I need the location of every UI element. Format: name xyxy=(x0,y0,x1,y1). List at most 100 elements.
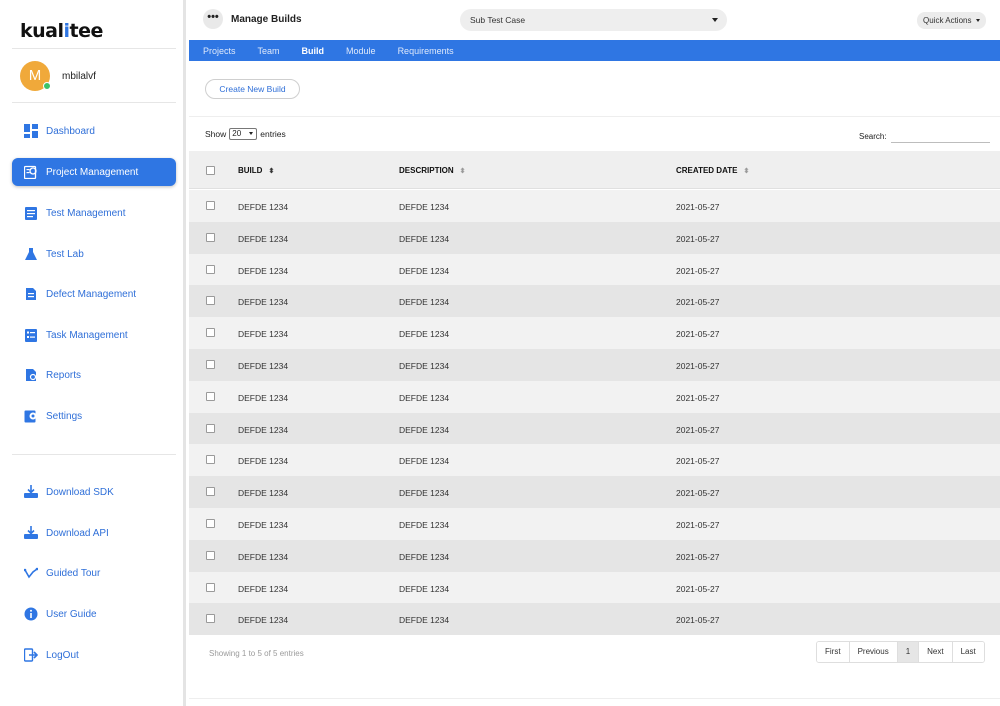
quick-actions-button[interactable]: Quick Actions xyxy=(917,12,986,29)
entries-length-control: Show 20 entries xyxy=(205,128,286,140)
table-row[interactable]: DEFDE 1234 DEFDE 1234 2021-05-27 xyxy=(189,412,1000,445)
cell-build: DEFDE 1234 xyxy=(238,424,289,435)
cell-description: DEFDE 1234 xyxy=(399,361,450,371)
column-header-build[interactable]: BUILD ⬍ xyxy=(238,166,274,175)
sidebar-item-dashboard[interactable]: Dashboard xyxy=(12,117,176,145)
cell-build: DEFDE 1234 xyxy=(238,551,289,562)
row-checkbox[interactable] xyxy=(206,519,215,528)
sidebar-item-test-lab[interactable]: Test Lab xyxy=(12,240,176,268)
column-header-description[interactable]: DESCRIPTION ⬍ xyxy=(399,166,466,175)
table-header: BUILD ⬍ DESCRIPTION ⬍ CREATED DATE ⬍ xyxy=(189,151,1000,189)
pagination-next[interactable]: Next xyxy=(919,642,953,662)
table-row[interactable]: DEFDE 1234 DEFDE 1234 2021-05-27 xyxy=(189,571,1000,604)
pagination-previous[interactable]: Previous xyxy=(849,642,898,662)
tab-team[interactable]: Team xyxy=(258,46,280,56)
pagination-last[interactable]: Last xyxy=(952,642,984,662)
select-all-checkbox[interactable] xyxy=(206,166,215,175)
main-content: Create New Build Show 20 entries Search:… xyxy=(189,61,1000,706)
download-sdk-icon xyxy=(24,485,38,499)
sidebar-item-test-management[interactable]: Test Management xyxy=(12,199,176,227)
row-checkbox[interactable] xyxy=(206,487,215,497)
test-management-icon xyxy=(24,206,38,220)
sidebar-item-label: Dashboard xyxy=(46,125,95,137)
table-row[interactable]: DEFDE 1234 DEFDE 1234 2021-05-27 xyxy=(189,190,1000,222)
sidebar-item-guided-tour[interactable]: Guided Tour xyxy=(12,559,176,587)
sidebar-item-defect-management[interactable]: Defect Management xyxy=(12,280,176,308)
table-row[interactable]: DEFDE 1234 DEFDE 1234 2021-05-27 xyxy=(189,221,1000,254)
table-row[interactable]: DEFDE 1234 DEFDE 1234 2021-05-27 xyxy=(189,603,1000,636)
table-row[interactable]: DEFDE 1234 DEFDE 1234 2021-05-27 xyxy=(189,508,1000,540)
cell-created-date: 2021-05-27 xyxy=(676,233,720,244)
cell-build: DEFDE 1234 xyxy=(238,297,289,308)
defect-icon xyxy=(24,287,38,301)
sidebar-item-project-management[interactable]: Project Management xyxy=(12,158,176,186)
cell-created-date: 2021-05-27 xyxy=(676,202,720,212)
cell-build: DEFDE 1234 xyxy=(238,233,289,244)
dashboard-icon xyxy=(24,124,38,138)
cell-description: DEFDE 1234 xyxy=(399,202,450,212)
cell-created-date: 2021-05-27 xyxy=(676,456,720,467)
table-info: Showing 1 to 5 of 5 entries xyxy=(209,649,304,658)
sidebar-item-label: Defect Management xyxy=(46,288,137,300)
cell-description: DEFDE 1234 xyxy=(399,615,450,626)
table-row[interactable]: DEFDE 1234 DEFDE 1234 2021-05-27 xyxy=(189,539,1000,572)
kualitee-logo[interactable]: kualitee xyxy=(20,20,103,42)
cell-build: DEFDE 1234 xyxy=(238,583,289,594)
row-checkbox[interactable] xyxy=(206,232,215,242)
caret-down-icon xyxy=(249,132,254,135)
row-checkbox[interactable] xyxy=(206,550,215,560)
username: mbilalvf xyxy=(62,71,96,82)
sidebar-item-label: Download API xyxy=(46,527,109,539)
tab-build[interactable]: Build xyxy=(302,46,325,56)
table-row[interactable]: DEFDE 1234 DEFDE 1234 2021-05-27 xyxy=(189,444,1000,477)
table-row[interactable]: DEFDE 1234 DEFDE 1234 2021-05-27 xyxy=(189,476,1000,508)
avatar[interactable]: M xyxy=(20,61,51,91)
entries-select[interactable]: 20 xyxy=(229,128,258,140)
sidebar: kualitee M mbilalvf Dashboard Project Man… xyxy=(0,0,186,706)
cell-build: DEFDE 1234 xyxy=(238,202,289,212)
pagination-1[interactable]: 1 xyxy=(897,642,920,662)
row-checkbox[interactable] xyxy=(206,296,215,306)
sidebar-item-reports[interactable]: Reports xyxy=(12,361,176,389)
row-checkbox[interactable] xyxy=(206,328,215,338)
row-checkbox[interactable] xyxy=(206,360,215,369)
sidebar-item-label: Download SDK xyxy=(46,486,114,498)
row-checkbox[interactable] xyxy=(206,423,215,433)
sidebar-item-settings[interactable]: Settings xyxy=(12,402,176,430)
create-new-build-button[interactable]: Create New Build xyxy=(205,79,300,99)
tab-requirements[interactable]: Requirements xyxy=(398,46,454,56)
cell-created-date: 2021-05-27 xyxy=(676,551,720,562)
divider xyxy=(189,116,1000,117)
sort-icon: ⬍ xyxy=(268,167,275,175)
cell-created-date: 2021-05-27 xyxy=(676,615,720,626)
cell-created-date: 2021-05-27 xyxy=(676,361,720,371)
table-row[interactable]: DEFDE 1234 DEFDE 1234 2021-05-27 xyxy=(189,253,1000,286)
row-checkbox[interactable] xyxy=(206,391,215,401)
table-row[interactable]: DEFDE 1234 DEFDE 1234 2021-05-27 xyxy=(189,317,1000,349)
cell-created-date: 2021-05-27 xyxy=(676,297,720,308)
sidebar-item-label: User Guide xyxy=(46,608,97,620)
sidebar-item-download-api[interactable]: Download API xyxy=(12,519,176,547)
row-checkbox[interactable] xyxy=(206,455,215,465)
sub-test-case-select[interactable]: Sub Test Case xyxy=(460,9,727,31)
sidebar-item-logout[interactable]: LogOut xyxy=(12,641,176,669)
row-checkbox[interactable] xyxy=(206,582,215,592)
search-input[interactable] xyxy=(890,130,990,143)
sidebar-item-user-guide[interactable]: User Guide xyxy=(12,600,176,628)
table-row[interactable]: DEFDE 1234 DEFDE 1234 2021-05-27 xyxy=(189,285,1000,318)
table-row[interactable]: DEFDE 1234 DEFDE 1234 2021-05-27 xyxy=(189,380,1000,413)
table-row[interactable]: DEFDE 1234 DEFDE 1234 2021-05-27 xyxy=(189,349,1000,381)
more-options-button[interactable]: ••• xyxy=(203,9,223,29)
tab-module[interactable]: Module xyxy=(346,46,376,56)
sidebar-item-download-sdk[interactable]: Download SDK xyxy=(12,478,176,506)
row-checkbox[interactable] xyxy=(206,614,215,624)
row-checkbox[interactable] xyxy=(206,201,215,210)
pagination-first[interactable]: First xyxy=(817,642,850,662)
cell-build: DEFDE 1234 xyxy=(238,488,289,499)
column-header-created-date[interactable]: CREATED DATE ⬍ xyxy=(676,166,749,175)
row-checkbox[interactable] xyxy=(206,264,215,274)
tab-projects[interactable]: Projects xyxy=(203,46,236,56)
cell-build: DEFDE 1234 xyxy=(238,265,289,276)
sidebar-item-task-management[interactable]: Task Management xyxy=(12,321,176,349)
sidebar-divider xyxy=(12,48,176,49)
